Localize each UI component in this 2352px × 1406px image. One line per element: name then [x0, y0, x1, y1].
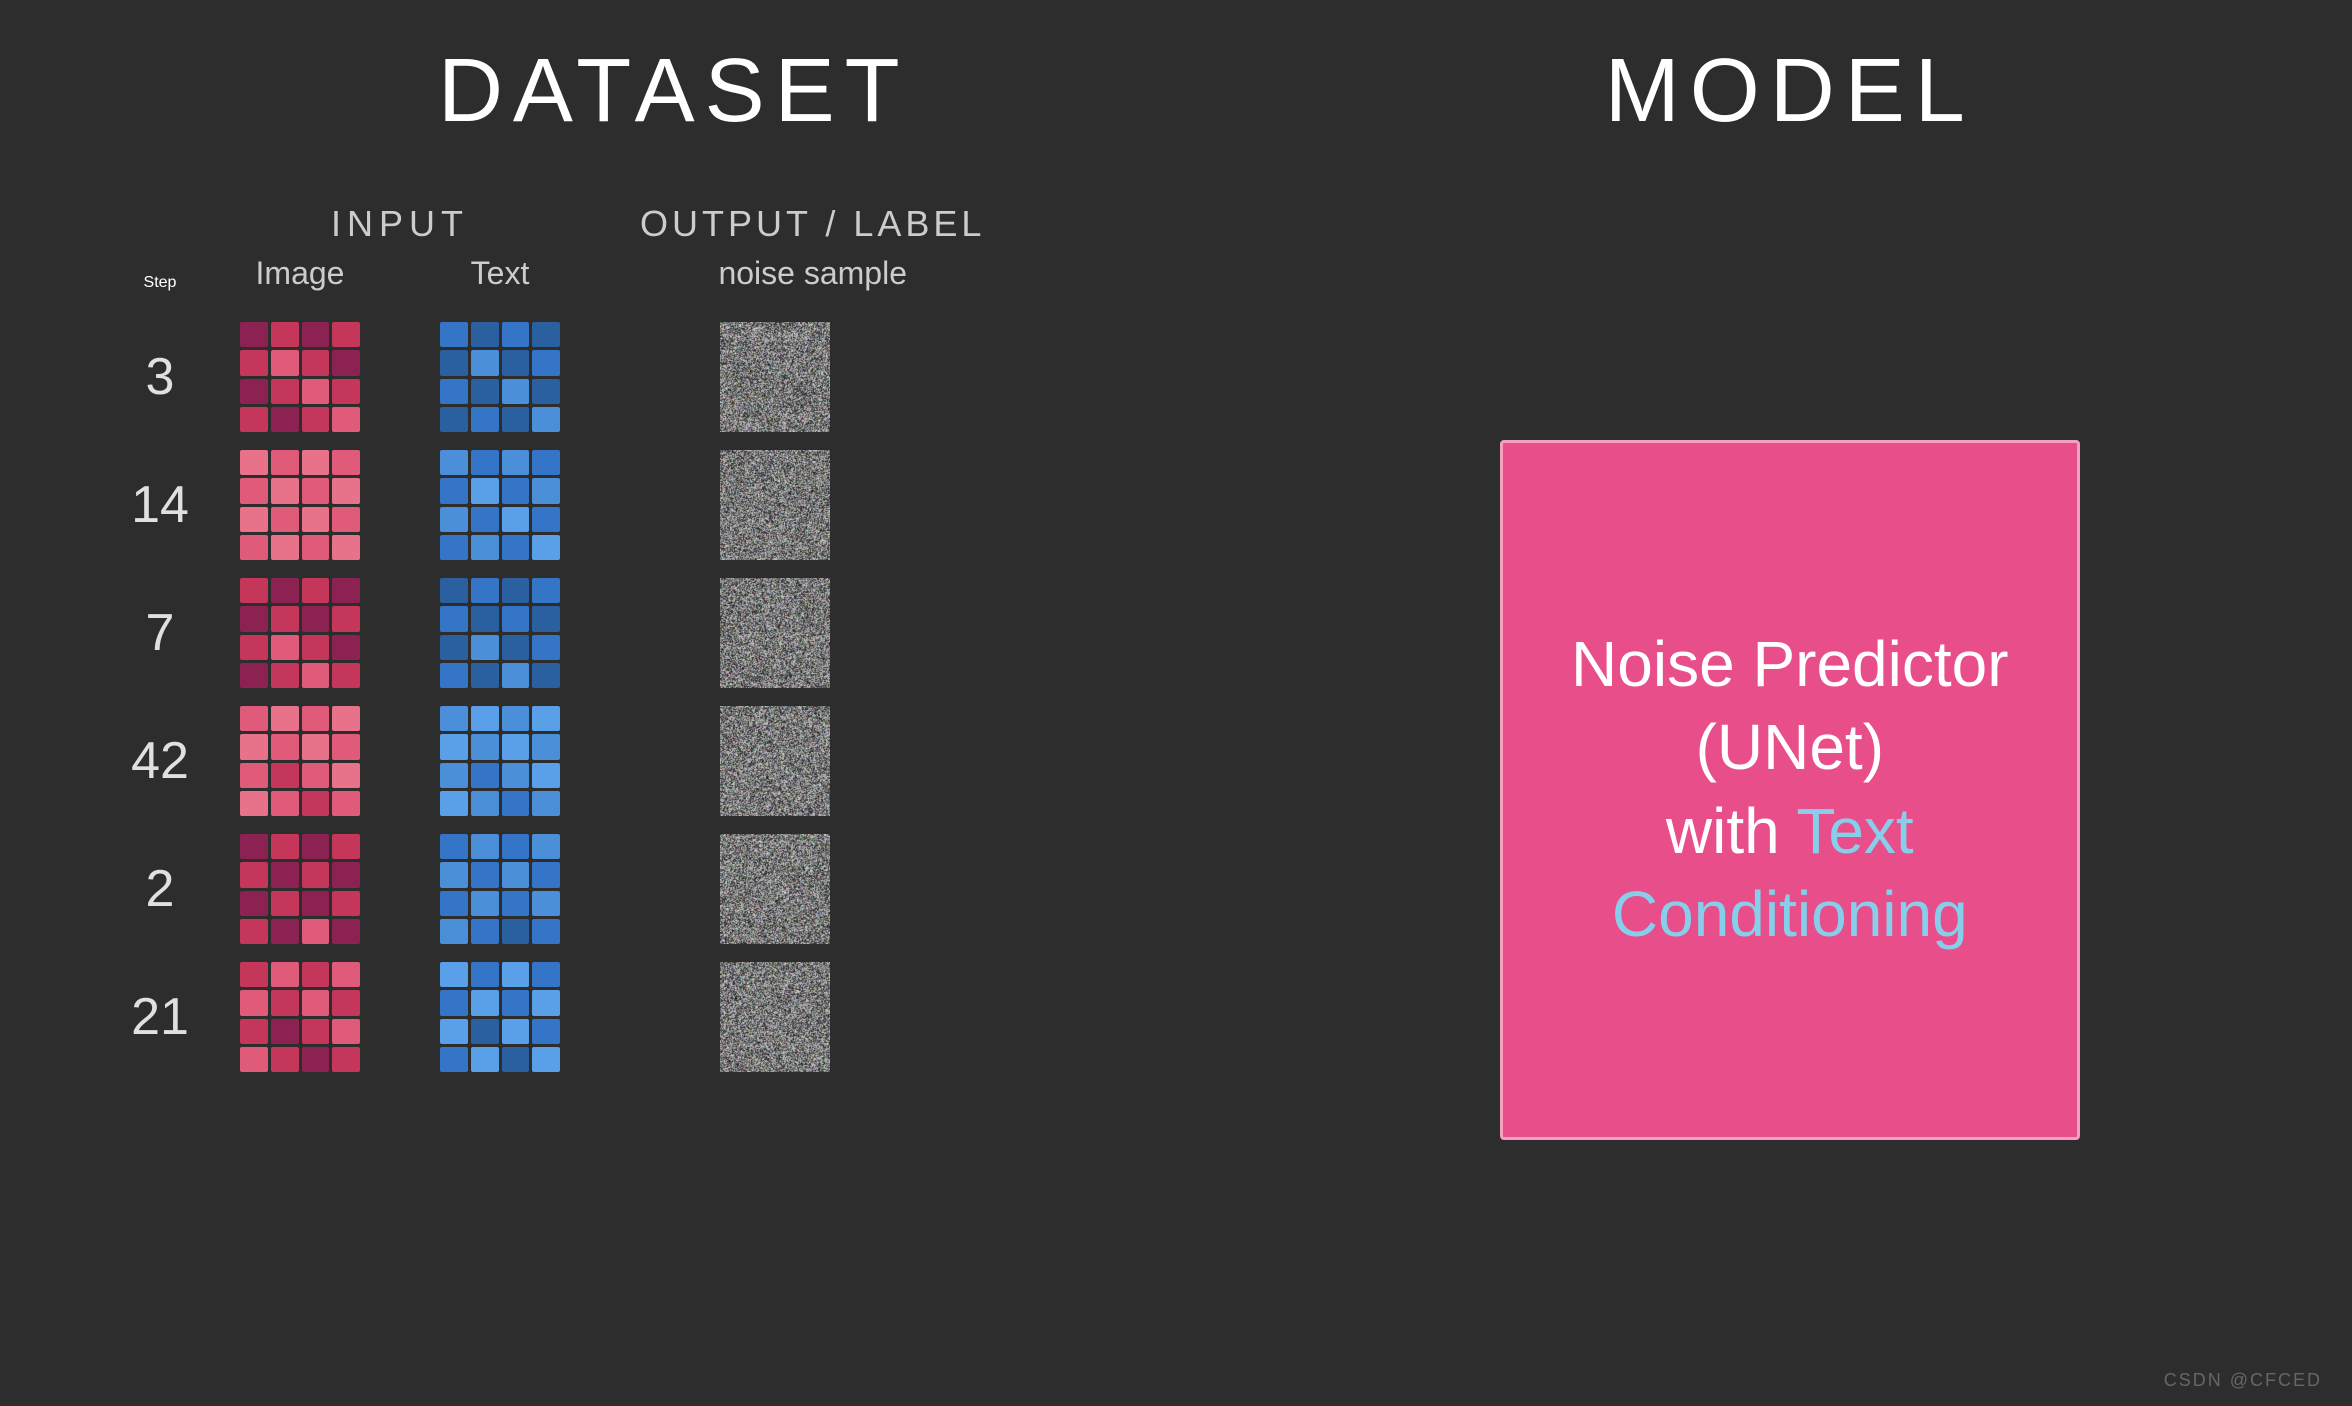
- step-label: Step: [144, 274, 177, 291]
- col-input-group: INPUT Image Text: [240, 203, 560, 292]
- image-grid: [240, 706, 360, 816]
- top-headers: DATASET MODEL: [60, 40, 2292, 143]
- watermark: CSDN @CFCED: [2164, 1370, 2322, 1391]
- step-value: 42: [80, 731, 240, 791]
- input-label: INPUT: [331, 203, 469, 245]
- noise-sample: [720, 962, 830, 1072]
- noise-canvas-6: [720, 962, 830, 1072]
- output-label: OUTPUT / LABEL: [640, 203, 985, 245]
- noise-sample: [720, 578, 830, 688]
- model-header: MODEL: [1288, 40, 2292, 143]
- text-col-label: Text: [440, 255, 560, 292]
- model-title: MODEL: [1288, 40, 2292, 143]
- table-row: 3: [80, 322, 1288, 432]
- table-row: 7: [80, 578, 1288, 688]
- model-box: Noise Predictor (UNet) with Text Conditi…: [1500, 440, 2080, 1140]
- table-row: 2: [80, 834, 1288, 944]
- step-value: 3: [80, 347, 240, 407]
- model-section: Noise Predictor (UNet) with Text Conditi…: [1288, 203, 2292, 1376]
- image-col-label: Image: [240, 255, 360, 292]
- content-area: Step INPUT Image Text OUTPUT / LABEL noi…: [60, 203, 2292, 1376]
- dataset-title: DATASET: [60, 40, 1288, 143]
- model-text: Noise Predictor (UNet) with Text Conditi…: [1571, 623, 2009, 956]
- image-grid: [240, 962, 360, 1072]
- noise-canvas-4: [720, 706, 830, 816]
- data-rows: 3: [60, 322, 1288, 1072]
- text-grid: [440, 450, 560, 560]
- step-value: 21: [80, 987, 240, 1047]
- table-row: 42: [80, 706, 1288, 816]
- column-headers: Step INPUT Image Text OUTPUT / LABEL noi…: [60, 203, 1288, 292]
- col-output-group: OUTPUT / LABEL noise sample: [640, 203, 985, 292]
- step-value: 7: [80, 603, 240, 663]
- text-grid: [440, 322, 560, 432]
- text-grid: [440, 706, 560, 816]
- noise-sample: [720, 450, 830, 560]
- noise-col-label: noise sample: [718, 255, 907, 292]
- dataset-section: Step INPUT Image Text OUTPUT / LABEL noi…: [60, 203, 1288, 1376]
- model-line1: Noise Predictor: [1571, 628, 2009, 700]
- noise-sample: [720, 834, 830, 944]
- step-value: 2: [80, 859, 240, 919]
- col-step-header: Step: [80, 274, 240, 292]
- noise-canvas-1: [720, 322, 830, 432]
- dataset-header: DATASET: [60, 40, 1288, 143]
- model-line2: (UNet): [1696, 711, 1884, 783]
- model-text-highlight2: Conditioning: [1612, 878, 1968, 950]
- page-wrapper: DATASET MODEL Step INPUT Image Text: [0, 0, 2352, 1406]
- text-grid: [440, 834, 560, 944]
- image-grid: [240, 450, 360, 560]
- noise-canvas-5: [720, 834, 830, 944]
- model-text-highlight1: Text: [1796, 795, 1913, 867]
- image-grid: [240, 322, 360, 432]
- input-sublabels: Image Text: [240, 255, 560, 292]
- noise-sample: [720, 706, 830, 816]
- table-row: 14: [80, 450, 1288, 560]
- image-grid: [240, 578, 360, 688]
- text-grid: [440, 578, 560, 688]
- step-value: 14: [80, 475, 240, 535]
- image-grid: [240, 834, 360, 944]
- model-line3-plain: with: [1666, 795, 1796, 867]
- table-row: 21: [80, 962, 1288, 1072]
- noise-canvas-3: [720, 578, 830, 688]
- noise-canvas-2: [720, 450, 830, 560]
- text-grid: [440, 962, 560, 1072]
- noise-sample: [720, 322, 830, 432]
